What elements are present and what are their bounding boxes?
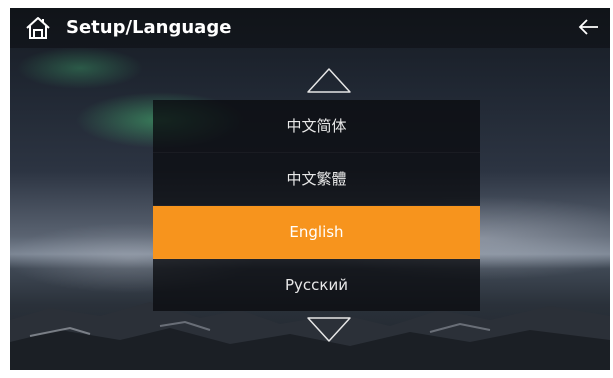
title-bar: Setup/Language xyxy=(10,8,610,48)
page-title: Setup/Language xyxy=(66,17,232,38)
language-item-label: English xyxy=(289,223,344,241)
back-button[interactable] xyxy=(576,14,602,40)
back-arrow-icon xyxy=(578,19,598,35)
language-item-english[interactable]: English xyxy=(153,206,480,259)
triangle-down-icon xyxy=(307,317,351,342)
home-icon xyxy=(26,17,50,39)
home-button[interactable] xyxy=(24,14,52,42)
scroll-up-button[interactable] xyxy=(306,66,352,94)
language-item-simplified-chinese[interactable]: 中文简体 xyxy=(153,100,480,153)
language-item-label: 中文繁體 xyxy=(286,170,347,188)
scroll-down-button[interactable] xyxy=(306,316,352,344)
language-item-traditional-chinese[interactable]: 中文繁體 xyxy=(153,153,480,206)
language-item-label: Русский xyxy=(285,276,348,294)
language-item-label: 中文简体 xyxy=(286,117,347,135)
language-setup-screen: Setup/Language 中文简体 中文繁體 English Русский xyxy=(10,8,610,370)
language-item-russian[interactable]: Русский xyxy=(153,259,480,311)
language-list: 中文简体 中文繁體 English Русский xyxy=(153,100,480,311)
triangle-up-icon xyxy=(307,68,351,93)
